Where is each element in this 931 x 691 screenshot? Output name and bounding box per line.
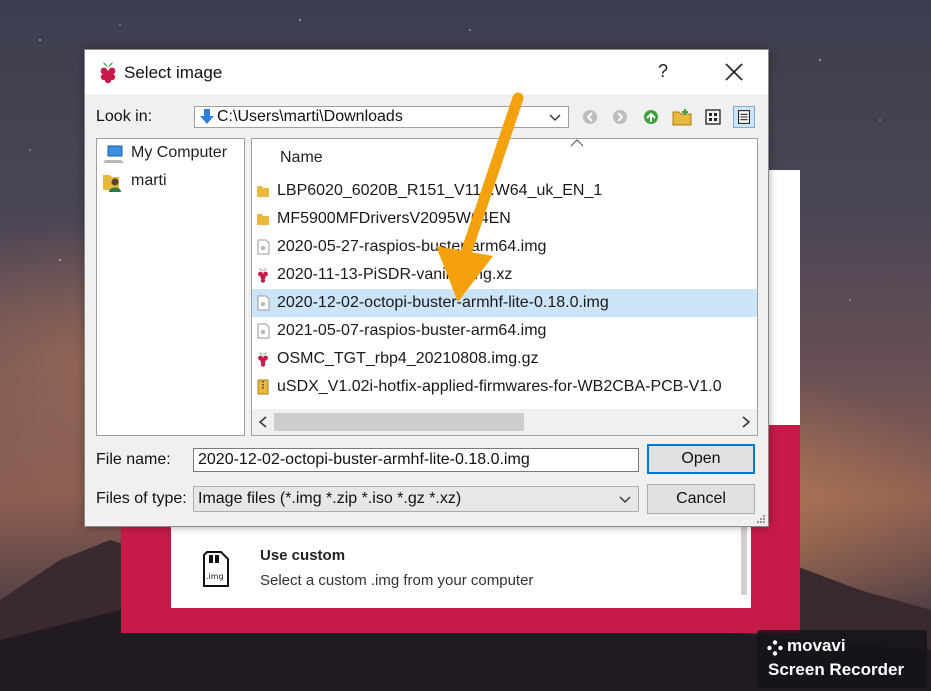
file-row[interactable]: uSDX_V1.02i-hotfix-applied-firmwares-for… bbox=[252, 373, 757, 401]
folder-icon bbox=[257, 186, 269, 197]
use-custom-title[interactable]: Use custom bbox=[260, 547, 345, 564]
use-custom-subtitle: Select a custom .img from your computer bbox=[260, 572, 534, 589]
raspberry-icon bbox=[258, 352, 268, 367]
disk-image-icon bbox=[257, 239, 270, 255]
detail-view-icon[interactable] bbox=[733, 106, 755, 128]
file-row[interactable]: OSMC_TGT_rbp4_20210808.img.gz bbox=[252, 345, 757, 373]
file-row[interactable]: 2021-05-07-raspios-buster-arm64.img bbox=[252, 317, 757, 345]
back-icon[interactable] bbox=[579, 106, 601, 128]
file-row[interactable]: 2020-05-27-raspios-buster-arm64.img bbox=[252, 233, 757, 261]
watermark-brand: movavi bbox=[787, 636, 846, 655]
movavi-logo-icon bbox=[767, 640, 783, 656]
list-header[interactable]: Name bbox=[252, 139, 757, 177]
dialog-titlebar[interactable]: Select image ? bbox=[85, 50, 768, 94]
files-of-type-combobox[interactable]: Image files (*.img *.zip *.iso *.gz *.xz… bbox=[193, 486, 639, 512]
file-name: 2020-05-27-raspios-buster-arm64.img bbox=[277, 238, 547, 255]
open-button[interactable]: Open bbox=[647, 444, 755, 474]
chevron-down-icon bbox=[619, 496, 631, 503]
close-icon[interactable] bbox=[721, 59, 747, 85]
disk-image-icon bbox=[257, 295, 270, 311]
sidebar-places: My Computer marti bbox=[96, 138, 245, 436]
list-view-icon[interactable] bbox=[702, 106, 724, 128]
cancel-button[interactable]: Cancel bbox=[647, 484, 755, 514]
sort-ascending-icon bbox=[570, 139, 584, 147]
file-name-input[interactable] bbox=[193, 448, 639, 472]
file-row[interactable]: 2020-11-13-PiSDR-vanilla.img.xz bbox=[252, 261, 757, 289]
archive-icon bbox=[257, 379, 269, 395]
forward-icon[interactable] bbox=[609, 106, 631, 128]
resize-grip-icon[interactable] bbox=[756, 514, 766, 524]
sd-card-icon: .img bbox=[203, 551, 229, 587]
chevron-down-icon bbox=[549, 114, 561, 121]
help-button[interactable]: ? bbox=[651, 59, 675, 83]
scroll-right-icon[interactable] bbox=[741, 416, 751, 428]
look-in-combobox[interactable]: C:\Users\marti\Downloads bbox=[194, 106, 569, 128]
background-app-panel bbox=[766, 170, 800, 425]
watermark-product: Screen Recorder bbox=[768, 660, 905, 679]
download-arrow-icon bbox=[200, 109, 214, 124]
file-row[interactable]: LBP6020_6020B_R151_V11...W64_uk_EN_1 bbox=[252, 177, 757, 205]
os-list: .img Use custom Select a custom .img fro… bbox=[171, 525, 751, 608]
scrollbar-thumb[interactable] bbox=[274, 413, 524, 431]
file-name: OSMC_TGT_rbp4_20210808.img.gz bbox=[277, 350, 539, 367]
sidebar-item-label: marti bbox=[131, 172, 167, 189]
raspberry-icon bbox=[258, 268, 268, 283]
movavi-watermark: movavi Screen Recorder bbox=[757, 630, 927, 688]
file-name: 2021-05-07-raspios-buster-arm64.img bbox=[277, 322, 547, 339]
file-name: MF5900MFDriversV2095W64EN bbox=[277, 210, 511, 227]
select-image-dialog: Select image ? Look in: C:\Users\marti\D… bbox=[84, 49, 769, 527]
files-of-type-value: Image files (*.img *.zip *.iso *.gz *.xz… bbox=[198, 490, 462, 507]
files-of-type-label: Files of type: bbox=[96, 490, 187, 507]
file-name-label: File name: bbox=[96, 451, 171, 468]
parent-directory-icon[interactable] bbox=[640, 106, 662, 128]
raspberry-pi-logo-icon bbox=[100, 62, 116, 84]
look-in-path: C:\Users\marti\Downloads bbox=[217, 108, 403, 125]
sd-icon-text: .img bbox=[206, 572, 224, 581]
scroll-left-icon[interactable] bbox=[258, 416, 268, 428]
sidebar-item-my-computer[interactable]: My Computer bbox=[103, 141, 243, 165]
sidebar-item-marti[interactable]: marti bbox=[103, 169, 243, 193]
file-name: 2020-11-13-PiSDR-vanilla.img.xz bbox=[277, 266, 513, 283]
user-folder-icon bbox=[103, 175, 121, 192]
file-name: LBP6020_6020B_R151_V11...W64_uk_EN_1 bbox=[277, 182, 603, 199]
computer-icon bbox=[103, 145, 124, 163]
folder-icon bbox=[257, 214, 269, 225]
column-name-header: Name bbox=[280, 149, 323, 166]
new-folder-icon[interactable] bbox=[671, 106, 693, 128]
file-list: Name LBP6020_6020B_R151_V11...W64_uk_EN_… bbox=[251, 138, 758, 436]
os-list-scrollbar[interactable] bbox=[741, 525, 747, 595]
file-name: uSDX_V1.02i-hotfix-applied-firmwares-for… bbox=[277, 378, 722, 395]
horizontal-scrollbar[interactable] bbox=[252, 409, 757, 435]
sidebar-item-label: My Computer bbox=[131, 144, 228, 161]
look-in-label: Look in: bbox=[96, 108, 153, 125]
disk-image-icon bbox=[257, 323, 270, 339]
file-name: 2020-12-02-octopi-buster-armhf-lite-0.18… bbox=[277, 294, 609, 311]
file-row[interactable]: MF5900MFDriversV2095W64EN bbox=[252, 205, 757, 233]
file-row-selected[interactable]: 2020-12-02-octopi-buster-armhf-lite-0.18… bbox=[252, 289, 757, 317]
dialog-title: Select image bbox=[124, 63, 223, 82]
